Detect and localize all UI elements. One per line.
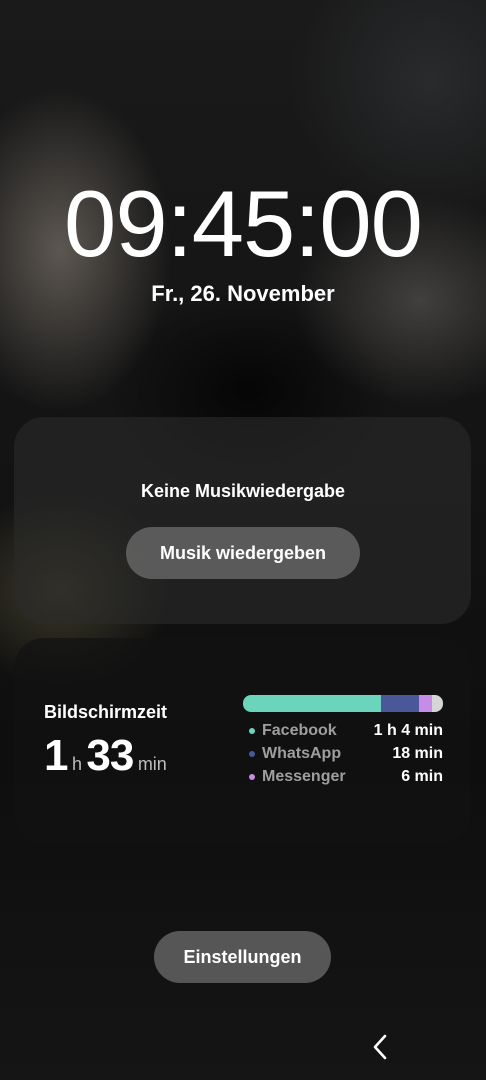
screen-time-minutes-unit: min <box>137 754 167 774</box>
legend-app-name: Facebook <box>262 722 337 739</box>
usage-bar-segment-messenger <box>419 695 433 712</box>
legend-app-name: WhatsApp <box>262 745 342 762</box>
play-music-button[interactable]: Musik wiedergeben <box>126 527 360 579</box>
music-widget <box>14 417 471 624</box>
music-status: Keine Musikwiedergabe <box>140 481 346 501</box>
screen-time-usage-bar <box>243 695 443 712</box>
facebook-dot-icon <box>249 728 255 734</box>
legend-app-time: 18 min <box>392 745 443 762</box>
whatsapp-dot-icon <box>249 751 255 757</box>
legend-app-time: 1 h 4 min <box>373 722 443 739</box>
clock: 09:45:00 <box>64 171 423 276</box>
legend-app-name: Messenger <box>262 768 346 785</box>
screen-time-total: 1 h 33 min <box>44 730 167 792</box>
screen-time-label: Bildschirmzeit <box>44 702 168 722</box>
usage-bar-segment-facebook <box>243 695 381 712</box>
legend-item-whatsapp: WhatsApp 18 min <box>246 742 443 765</box>
settings-button[interactable]: Einstellungen <box>154 931 331 983</box>
screen-time-hours: 1 <box>44 731 69 780</box>
chevron-left-icon[interactable] <box>368 1032 392 1062</box>
legend-item-facebook: Facebook 1 h 4 min <box>246 719 443 742</box>
usage-bar-segment-whatsapp <box>380 695 420 712</box>
legend-item-messenger: Messenger 6 min <box>246 765 443 788</box>
screen-time-hours-unit: h <box>71 754 82 774</box>
screen-time-minutes: 33 <box>86 731 134 780</box>
legend-app-time: 6 min <box>401 768 443 785</box>
messenger-dot-icon <box>249 774 255 780</box>
date: Fr., 26. November <box>151 281 335 306</box>
